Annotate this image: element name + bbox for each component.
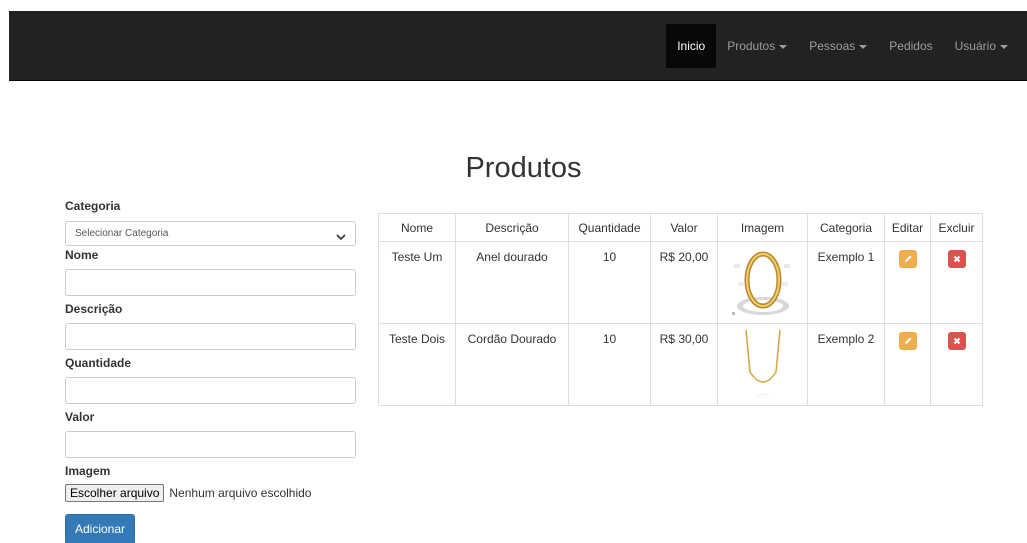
nav-item-label: Produtos [727,39,776,53]
choose-file-button[interactable]: Escolher arquivo [65,484,165,502]
product-form: Categoria Selecionar Categoria Nome Desc… [65,198,356,543]
cell-category: Exemplo 1 [807,241,885,324]
edit-button[interactable] [898,332,917,350]
products-table: Nome Descrição Quantidade Valor Imagem C… [378,213,983,406]
file-status: Nenhum arquivo escolhido [169,486,312,500]
file-input: Escolher arquivo Nenhum arquivo escolhid… [65,484,356,502]
nav-item-pessoas[interactable]: Pessoas [798,24,878,68]
description-label: Descrição [65,302,123,316]
caret-down-icon [859,44,868,49]
cell-edit [884,323,931,406]
gold-chain-image [744,329,781,397]
cell-image [717,241,808,324]
pencil-icon [904,255,911,263]
column-header: Editar [884,213,931,242]
cell-name: Teste Um [378,241,456,324]
nav-item-inicio[interactable]: Inicio [666,24,717,68]
cell-delete [930,241,983,324]
description-input[interactable] [65,323,356,350]
edit-button[interactable] [898,250,917,268]
cell-value: R$ 20,00 [650,241,718,324]
category-label: Categoria [65,199,121,213]
column-header: Descrição [455,213,569,242]
nav-item-pedidos[interactable]: Pedidos [878,24,943,68]
chevron-down-icon [336,228,346,251]
column-header: Valor [650,213,718,242]
table-header-row: Nome Descrição Quantidade Valor Imagem C… [378,213,983,242]
nav-item-label: Pedidos [889,39,933,53]
cell-description: Cordão Dourado [455,323,569,406]
name-label: Nome [65,248,99,262]
gold-ring-image [731,251,790,315]
quantity-label: Quantidade [65,356,132,370]
cell-image [717,323,808,406]
column-header: Quantidade [568,213,651,242]
cell-edit [884,241,931,324]
pencil-icon [904,337,911,345]
nav-item-label: Usuário [954,39,996,53]
close-icon [953,337,960,345]
nav-menu: Inicio Produtos Pessoas Pedidos Usuário [666,24,1019,68]
quantity-input[interactable] [65,377,356,404]
cell-quantity: 10 [568,323,651,406]
nav-item-label: Inicio [677,39,706,53]
cell-delete [930,323,983,406]
caret-down-icon [779,44,788,49]
cell-description: Anel dourado [455,241,569,324]
table-row: Teste Dois Cordão Dourado 10 R$ 30,00 Ex… [378,323,983,406]
nav-item-label: Pessoas [809,39,856,53]
column-header: Imagem [717,213,808,242]
value-label: Valor [65,410,95,424]
table-row: Teste Um Anel dourado 10 R$ 20,00 Exempl… [378,241,983,324]
nav-item-usuario[interactable]: Usuário [944,24,1019,68]
name-input[interactable] [65,269,356,296]
page-title: Produtos [465,152,582,184]
top-navbar: Inicio Produtos Pessoas Pedidos Usuário [9,11,1027,81]
add-button[interactable]: Adicionar [65,514,136,543]
cell-name: Teste Dois [378,323,456,406]
delete-button[interactable] [947,250,966,268]
image-label: Imagem [65,464,111,478]
column-header: Nome [378,213,456,242]
cell-quantity: 10 [568,241,651,324]
nav-item-produtos[interactable]: Produtos [716,24,798,68]
cell-category: Exemplo 2 [807,323,885,406]
column-header: Categoria [807,213,885,242]
value-input[interactable] [65,431,356,458]
delete-button[interactable] [947,332,966,350]
category-select-value: Selecionar Categoria [75,228,169,239]
caret-down-icon [1000,44,1008,49]
cell-value: R$ 30,00 [650,323,718,406]
close-icon [953,255,960,263]
column-header: Excluir [930,213,983,242]
category-select[interactable]: Selecionar Categoria [65,221,356,246]
